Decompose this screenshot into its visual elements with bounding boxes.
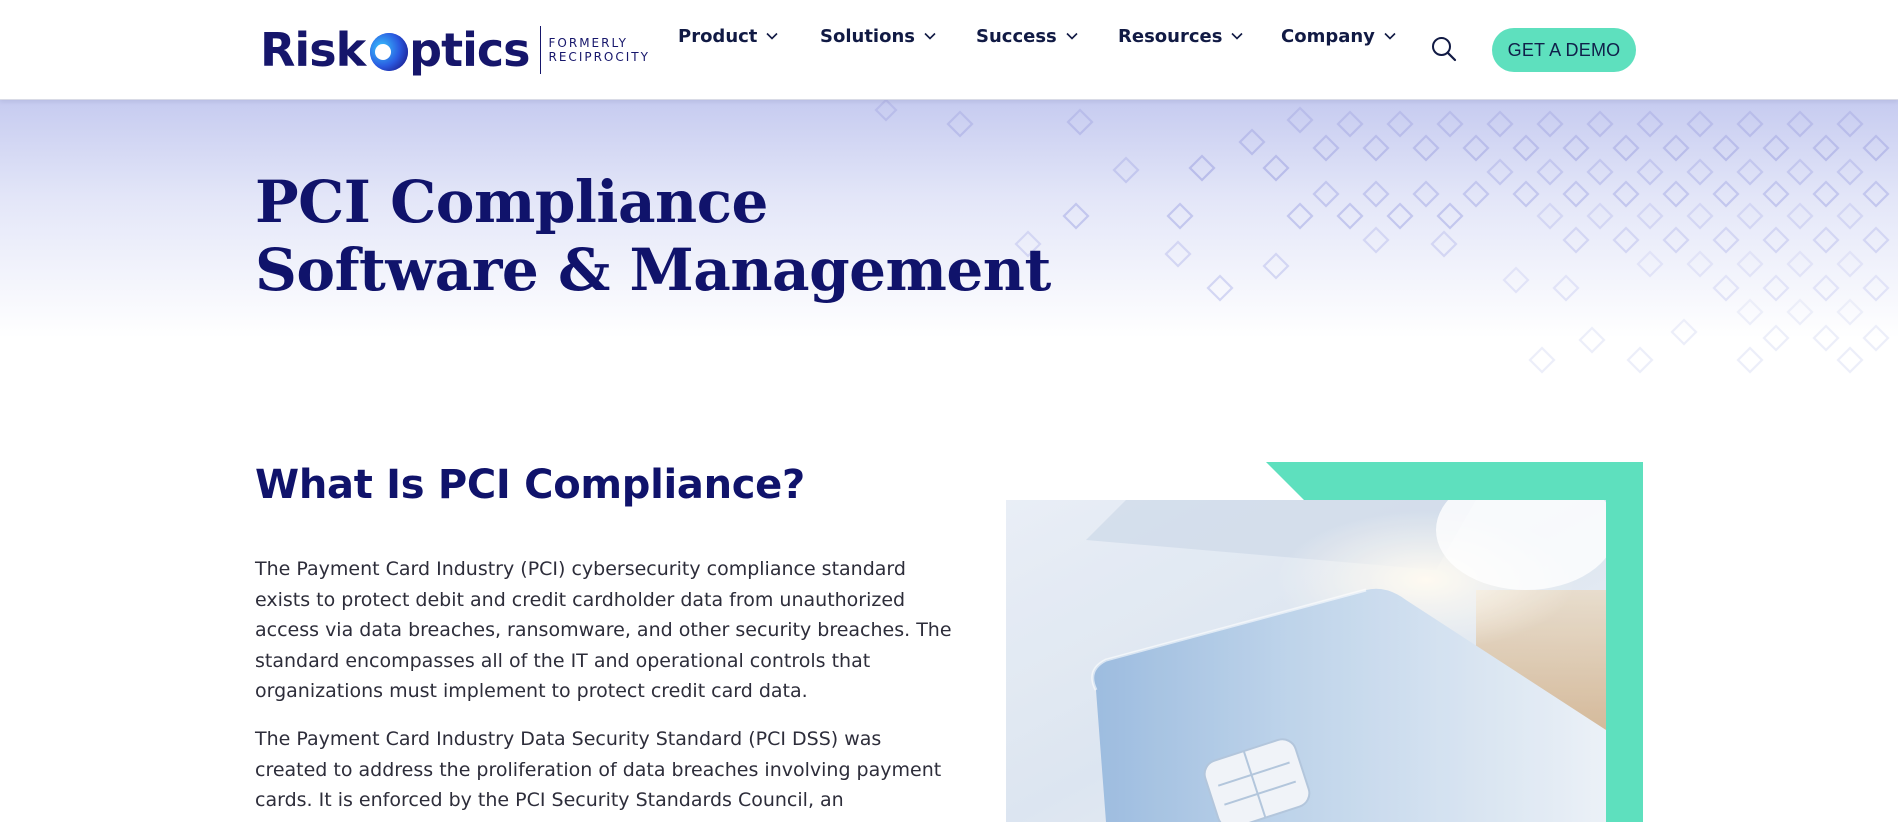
nav-item-success[interactable]: Success <box>976 26 1079 47</box>
page-title: PCI Compliance Software & Management <box>255 168 1051 304</box>
chevron-down-icon <box>1066 32 1078 40</box>
chevron-down-icon <box>924 32 936 40</box>
credit-card-chip-photo <box>1006 500 1606 822</box>
logo-text-risk: Risk <box>260 23 366 77</box>
riskoptics-logo[interactable]: Risk ptics FORMERLY RECIPROCITY <box>260 22 650 78</box>
intro-paragraph: The Payment Card Industry (PCI) cybersec… <box>255 554 955 707</box>
paragraph-line: The Payment Card Industry Data Security … <box>255 728 882 750</box>
chevron-down-icon <box>1231 32 1244 40</box>
paragraph-line: The Payment Card Industry (PCI) cybersec… <box>255 558 906 580</box>
paragraph-line: created to address the proliferation of … <box>255 758 942 781</box>
section-heading: What Is PCI Compliance? <box>255 462 805 508</box>
logo-text-ptics: ptics <box>409 23 530 77</box>
paragraph-line: standard encompasses all of the IT and o… <box>255 649 871 672</box>
paragraph-line: access via data breaches, ransomware, an… <box>255 619 952 641</box>
site-header: Risk ptics FORMERLY RECIPROCITY Product … <box>0 0 1898 100</box>
logo-wordmark: Risk ptics <box>260 23 531 77</box>
nav-item-label: Solutions <box>820 25 915 47</box>
nav-item-label: Product <box>678 25 758 47</box>
get-a-demo-button[interactable]: GET A DEMO <box>1492 28 1636 72</box>
pci-dss-paragraph: The Payment Card Industry Data Security … <box>255 724 955 816</box>
logo-o-icon <box>366 31 409 73</box>
nav-item-label: Success <box>976 25 1057 47</box>
paragraph-line: organizations must implement to protect … <box>255 680 808 702</box>
logo-divider <box>539 26 541 74</box>
page-title-line2: Software & Management <box>255 236 1051 304</box>
chevron-down-icon <box>1384 32 1396 40</box>
page-title-line1: PCI Compliance <box>255 168 768 236</box>
nav-item-label: Company <box>1281 25 1375 47</box>
logo-formerly-reciprocity: FORMERLY RECIPROCITY <box>549 36 650 64</box>
nav-item-resources[interactable]: Resources <box>1118 26 1244 47</box>
chevron-down-icon <box>766 32 778 40</box>
hero-banner: PCI Compliance Software & Management <box>0 100 1898 380</box>
nav-item-label: Resources <box>1118 25 1223 47</box>
paragraph-line: cards. It is enforced by the PCI Securit… <box>255 789 844 811</box>
nav-item-solutions[interactable]: Solutions <box>820 26 937 47</box>
nav-item-company[interactable]: Company <box>1281 26 1397 47</box>
logo-formerly-line1: FORMERLY <box>548 36 628 50</box>
nav-item-product[interactable]: Product <box>678 26 779 47</box>
search-icon[interactable] <box>1430 35 1458 63</box>
logo-formerly-line2: RECIPROCITY <box>548 50 650 64</box>
paragraph-line: exists to protect debit and credit cardh… <box>255 588 906 611</box>
